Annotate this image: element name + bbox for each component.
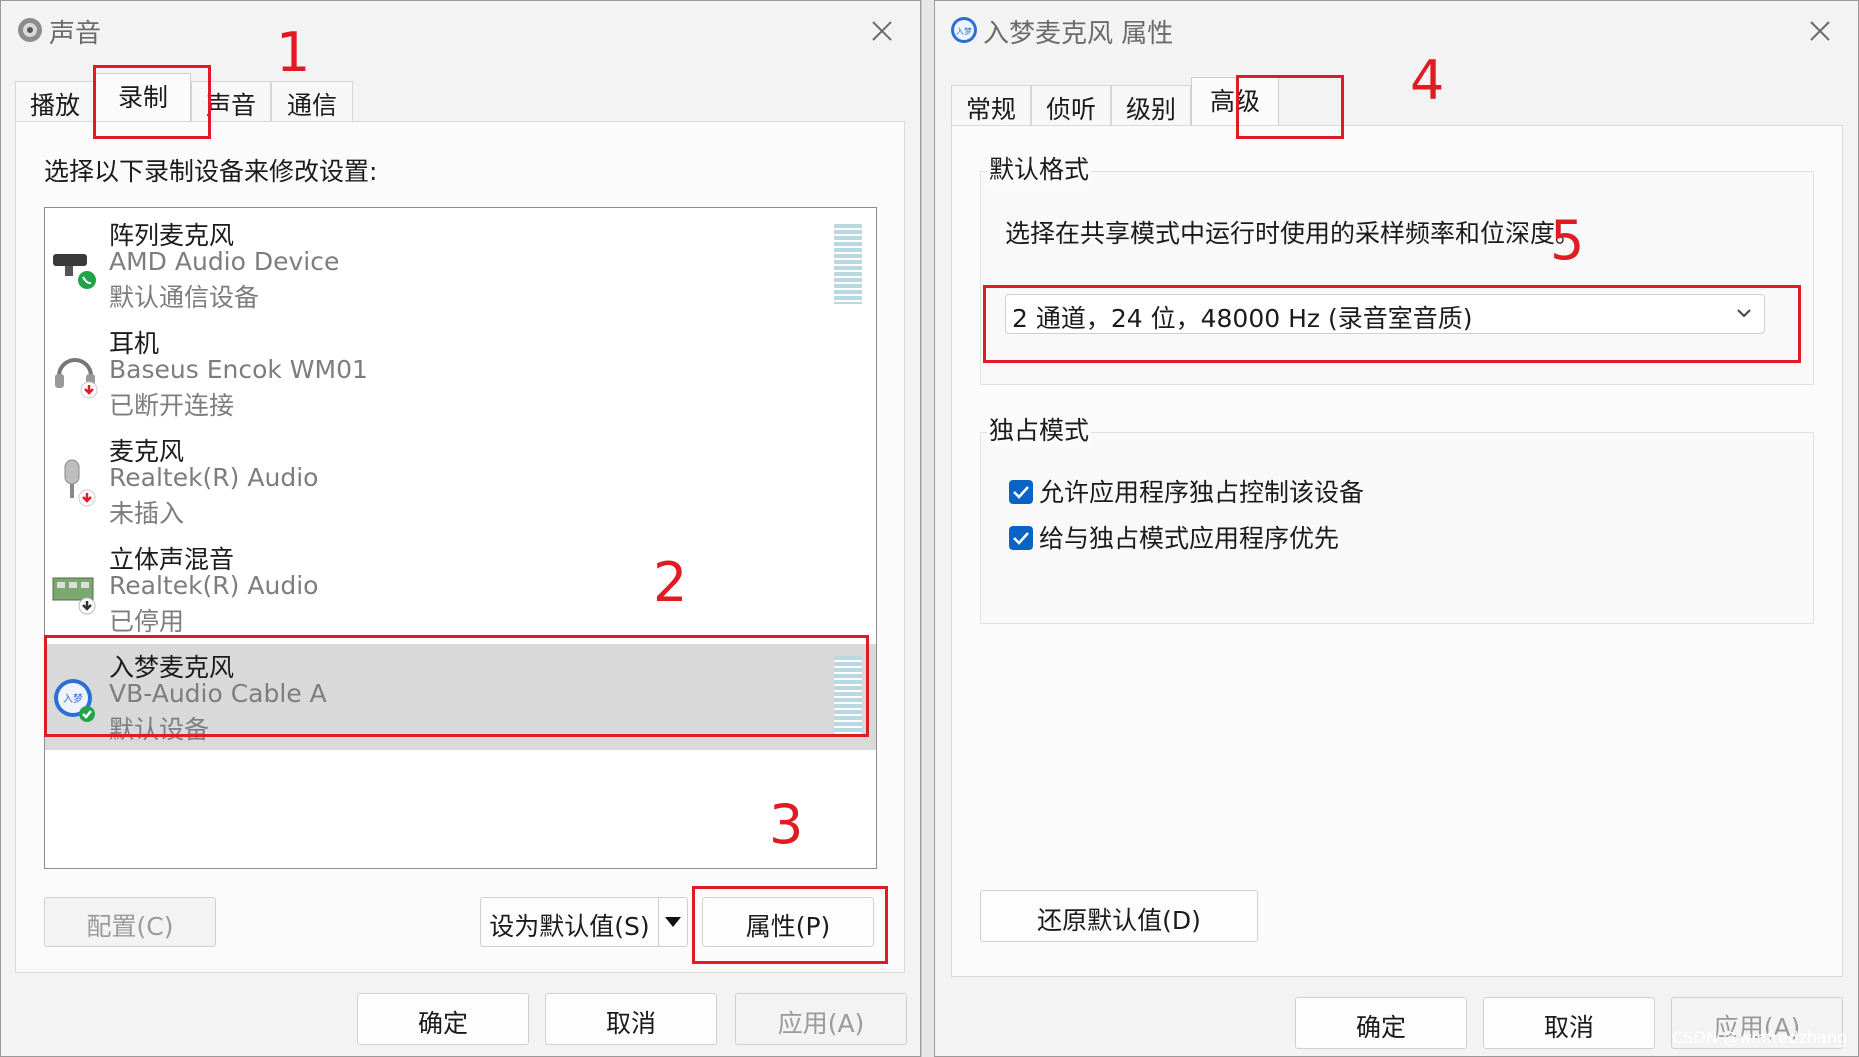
device-driver: Realtek(R) Audio [109, 463, 319, 492]
tab-levels[interactable]: 级别 [1111, 85, 1191, 125]
webcam-mic-icon [53, 254, 96, 289]
set-default-button[interactable]: 设为默认值(S) [480, 897, 658, 947]
device-status: 默认通信设备 [109, 283, 260, 312]
format-select-value: 2 通道，24 位，48000 Hz (录音室音质) [1012, 304, 1473, 333]
title-bar: 声音 [1, 1, 920, 63]
close-icon[interactable] [862, 11, 902, 51]
device-driver: AMD Audio Device [109, 247, 340, 276]
cancel-button[interactable]: 取消 [545, 993, 717, 1045]
device-status: 已断开连接 [109, 391, 235, 420]
instruction-text: 选择以下录制设备来修改设置: [44, 157, 378, 186]
checkbox-checked-icon [1009, 480, 1033, 504]
configure-button[interactable]: 配置(C) [44, 897, 216, 947]
exclusive-priority-checkbox[interactable]: 给与独占模式应用程序优先 [1009, 519, 1339, 555]
list-item-selected[interactable]: 入梦 入梦麦克风 VB-Audio Cable A 默认设备 [45, 644, 876, 750]
background-gap [922, 0, 934, 1057]
device-status: 已停用 [109, 607, 185, 636]
annotation-number-1: 1 [276, 21, 311, 84]
group-legend: 默认格式 [987, 150, 1092, 186]
headset-icon [55, 358, 98, 399]
format-description: 选择在共享模式中运行时使用的采样频率和位深度。 [1005, 219, 1581, 248]
svg-text:入梦: 入梦 [956, 27, 972, 36]
svg-text:入梦: 入梦 [63, 693, 83, 705]
close-icon[interactable] [1800, 11, 1840, 51]
exclusive-mode-group: 独占模式 允许应用程序独占控制该设备 给与独占模式应用程序优先 [980, 411, 1814, 624]
tab-advanced[interactable]: 高级 [1191, 77, 1279, 125]
window-title: 入梦麦克风 属性 [983, 19, 1174, 49]
level-meter [834, 656, 862, 736]
sound-card-icon [52, 577, 96, 615]
title-bar: 入梦 入梦麦克风 属性 [935, 1, 1858, 63]
tab-general[interactable]: 常规 [951, 85, 1031, 125]
window-title: 声音 [49, 19, 102, 49]
list-item[interactable]: 立体声混音 Realtek(R) Audio 已停用 [45, 536, 876, 642]
vb-audio-icon: 入梦 [54, 679, 95, 722]
tab-playback[interactable]: 播放 [15, 81, 95, 121]
list-item[interactable]: 麦克风 Realtek(R) Audio 未插入 [45, 428, 876, 534]
annotation-number-5: 5 [1550, 209, 1585, 272]
watermark: CSDN @winfredzhang [1672, 1028, 1847, 1047]
vb-audio-icon: 入梦 [951, 17, 977, 43]
properties-button[interactable]: 属性(P) [702, 897, 874, 947]
sound-dialog: 声音 播放 录制 声音 通信 选择以下录制设备来修改设置: 阵列麦克风 AMD … [0, 0, 921, 1057]
annotation-number-3: 3 [769, 793, 804, 856]
device-list[interactable]: 阵列麦克风 AMD Audio Device 默认通信设备 耳机 Baseus … [44, 207, 877, 869]
device-driver: VB-Audio Cable A [109, 679, 327, 708]
device-status: 默认设备 [109, 715, 210, 744]
checkbox-checked-icon [1009, 526, 1033, 550]
list-item[interactable]: 耳机 Baseus Encok WM01 已断开连接 [45, 320, 876, 426]
tab-listen[interactable]: 侦听 [1031, 85, 1111, 125]
set-default-dropdown[interactable] [658, 897, 688, 947]
advanced-panel: 默认格式 选择在共享模式中运行时使用的采样频率和位深度。 2 通道，24 位，4… [951, 125, 1843, 977]
speaker-icon [18, 18, 42, 42]
restore-defaults-button[interactable]: 还原默认值(D) [980, 890, 1258, 942]
checkbox-label: 给与独占模式应用程序优先 [1039, 524, 1340, 553]
apply-button[interactable]: 应用(A) [735, 993, 907, 1045]
annotation-number-4: 4 [1410, 49, 1445, 112]
device-driver: Baseus Encok WM01 [109, 355, 368, 384]
checkbox-label: 允许应用程序独占控制该设备 [1039, 478, 1365, 507]
tab-sounds[interactable]: 声音 [191, 81, 271, 121]
cancel-button[interactable]: 取消 [1483, 997, 1655, 1049]
tab-communications[interactable]: 通信 [271, 81, 353, 121]
list-item[interactable]: 阵列麦克风 AMD Audio Device 默认通信设备 [45, 212, 876, 318]
ok-button[interactable]: 确定 [1295, 997, 1467, 1049]
format-select[interactable]: 2 通道，24 位，48000 Hz (录音室音质) [1005, 294, 1765, 334]
annotation-number-2: 2 [653, 551, 688, 614]
caret-down-icon [665, 917, 681, 927]
chevron-down-icon [1737, 309, 1751, 318]
device-properties-dialog: 入梦 入梦麦克风 属性 常规 侦听 级别 高级 默认格式 选择在共享模式中运行时… [934, 0, 1859, 1057]
device-status: 未插入 [109, 499, 185, 528]
device-driver: Realtek(R) Audio [109, 571, 319, 600]
tab-recording[interactable]: 录制 [95, 73, 191, 121]
allow-exclusive-checkbox[interactable]: 允许应用程序独占控制该设备 [1009, 473, 1364, 509]
ok-button[interactable]: 确定 [357, 993, 529, 1045]
default-format-group: 默认格式 选择在共享模式中运行时使用的采样频率和位深度。 2 通道，24 位，4… [980, 150, 1814, 385]
level-meter [834, 224, 862, 304]
microphone-icon [64, 459, 96, 507]
group-legend: 独占模式 [987, 411, 1092, 447]
